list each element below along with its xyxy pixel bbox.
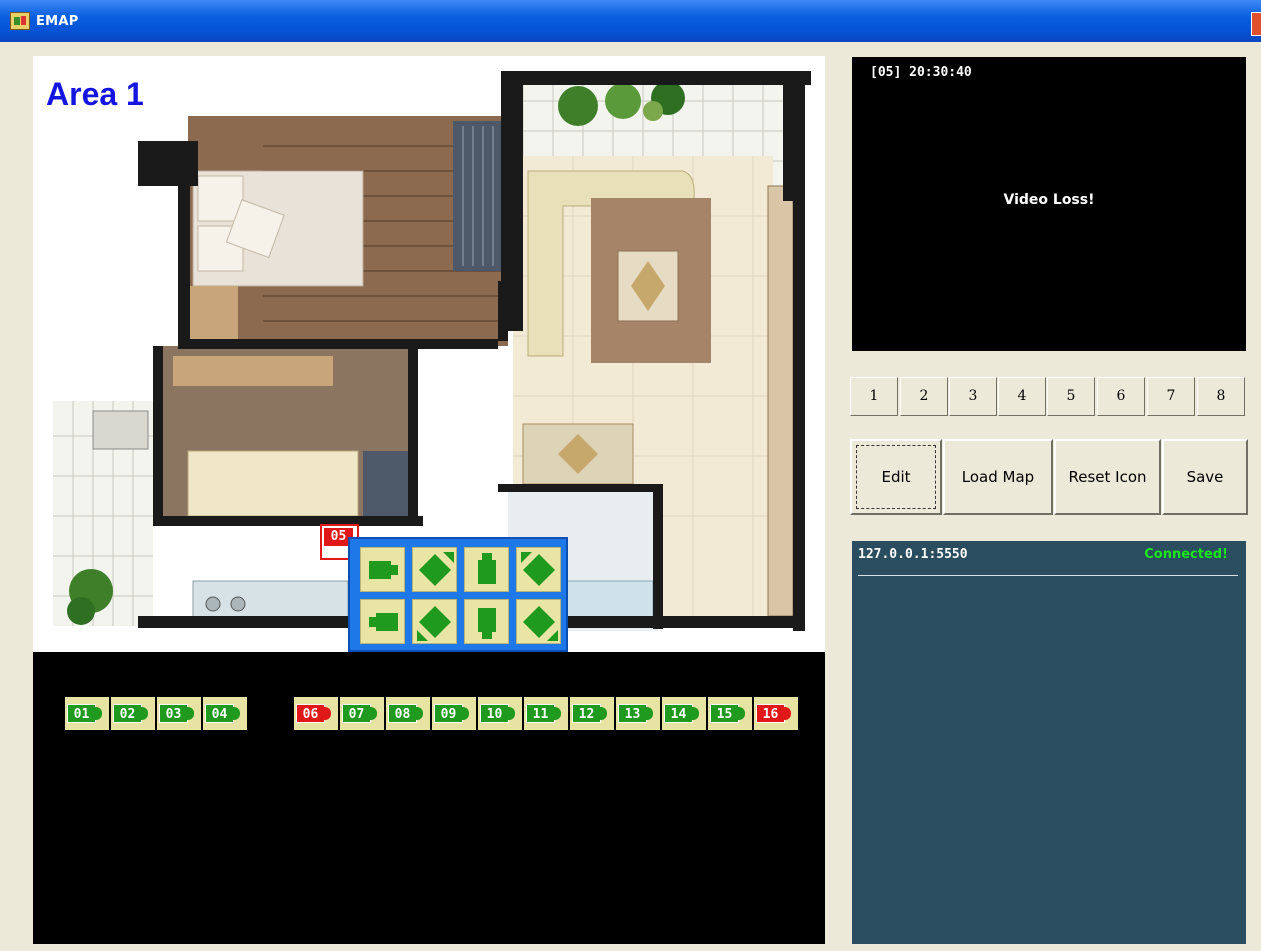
- camera-lens-icon: [370, 707, 377, 720]
- edit-button[interactable]: Edit: [850, 439, 942, 515]
- camera-direction-picker: [348, 537, 568, 652]
- camera-lens-icon: [324, 707, 331, 720]
- tray-camera-label: 10: [480, 704, 509, 723]
- tray-camera-09[interactable]: 09: [432, 697, 476, 730]
- divider: [858, 575, 1238, 576]
- tray-camera-12[interactable]: 12: [570, 697, 614, 730]
- channel-button-6[interactable]: 6: [1097, 377, 1145, 416]
- video-timestamp: [05] 20:30:40: [870, 65, 972, 80]
- window-title: EMAP: [36, 14, 79, 29]
- tray-camera-08[interactable]: 08: [386, 697, 430, 730]
- tray-camera-04[interactable]: 04: [203, 697, 247, 730]
- server-address: 127.0.0.1:5550: [858, 547, 968, 562]
- tray-camera-14[interactable]: 14: [662, 697, 706, 730]
- tray-camera-label: 16: [756, 704, 785, 723]
- connection-status: Connected!: [1144, 547, 1228, 562]
- tray-camera-15[interactable]: 15: [708, 697, 752, 730]
- tray-camera-03[interactable]: 03: [157, 697, 201, 730]
- video-preview: [05] 20:30:40 Video Loss!: [852, 57, 1246, 351]
- camera-lens-icon: [416, 707, 423, 720]
- save-button[interactable]: Save: [1162, 439, 1248, 515]
- camera-lens-icon: [692, 707, 699, 720]
- camera-lens-icon: [141, 707, 148, 720]
- camera-lens-icon: [233, 707, 240, 720]
- channel-button-2[interactable]: 2: [900, 377, 948, 416]
- tray-camera-label: 15: [710, 704, 739, 723]
- tray-camera-label: 12: [572, 704, 601, 723]
- camera-lens-icon: [784, 707, 791, 720]
- tray-camera-07[interactable]: 07: [340, 697, 384, 730]
- camera-lens-icon: [187, 707, 194, 720]
- title-bar: EMAP: [0, 0, 1261, 42]
- close-button[interactable]: [1251, 12, 1261, 36]
- channel-button-3[interactable]: 3: [949, 377, 997, 416]
- camera-lens-icon: [554, 707, 561, 720]
- direction-northwest-icon[interactable]: [516, 547, 561, 592]
- tray-camera-label: 08: [388, 704, 417, 723]
- channel-button-8[interactable]: 8: [1197, 377, 1245, 416]
- tray-camera-label: 01: [67, 704, 96, 723]
- tray-camera-label: 13: [618, 704, 647, 723]
- direction-west-icon[interactable]: [360, 599, 405, 644]
- tray-camera-label: 04: [205, 704, 234, 723]
- app-icon: [10, 12, 30, 30]
- direction-east-icon[interactable]: [360, 547, 405, 592]
- tray-camera-label: 09: [434, 704, 463, 723]
- camera-lens-icon: [646, 707, 653, 720]
- channel-button-1[interactable]: 1: [850, 377, 898, 416]
- video-loss-message: Video Loss!: [1003, 192, 1095, 208]
- tray-camera-06[interactable]: 06: [294, 697, 338, 730]
- tray-camera-16[interactable]: 16: [754, 697, 798, 730]
- camera-lens-icon: [462, 707, 469, 720]
- direction-southwest-icon[interactable]: [412, 599, 457, 644]
- tray-camera-01[interactable]: 01: [65, 697, 109, 730]
- camera-tray: [33, 652, 825, 944]
- channel-button-4[interactable]: 4: [998, 377, 1046, 416]
- tray-camera-label: 14: [664, 704, 693, 723]
- tray-camera-label: 07: [342, 704, 371, 723]
- tray-camera-13[interactable]: 13: [616, 697, 660, 730]
- direction-northeast-icon[interactable]: [412, 547, 457, 592]
- tray-camera-label: 03: [159, 704, 188, 723]
- tray-camera-label: 11: [526, 704, 555, 723]
- camera-lens-icon: [95, 707, 102, 720]
- tray-camera-label: 02: [113, 704, 142, 723]
- tray-camera-02[interactable]: 02: [111, 697, 155, 730]
- tray-camera-10[interactable]: 10: [478, 697, 522, 730]
- camera-lens-icon: [508, 707, 515, 720]
- tray-camera-label: 06: [296, 704, 325, 723]
- channel-button-5[interactable]: 5: [1047, 377, 1095, 416]
- direction-south-icon[interactable]: [464, 599, 509, 644]
- direction-north-icon[interactable]: [464, 547, 509, 592]
- reset-icon-button[interactable]: Reset Icon: [1054, 439, 1161, 515]
- connection-panel: 127.0.0.1:5550 Connected!: [852, 541, 1246, 944]
- tray-camera-11[interactable]: 11: [524, 697, 568, 730]
- channel-button-7[interactable]: 7: [1147, 377, 1195, 416]
- direction-southeast-icon[interactable]: [516, 599, 561, 644]
- camera-lens-icon: [738, 707, 745, 720]
- load-map-button[interactable]: Load Map: [943, 439, 1053, 515]
- camera-lens-icon: [600, 707, 607, 720]
- area-title: Area 1: [46, 76, 144, 112]
